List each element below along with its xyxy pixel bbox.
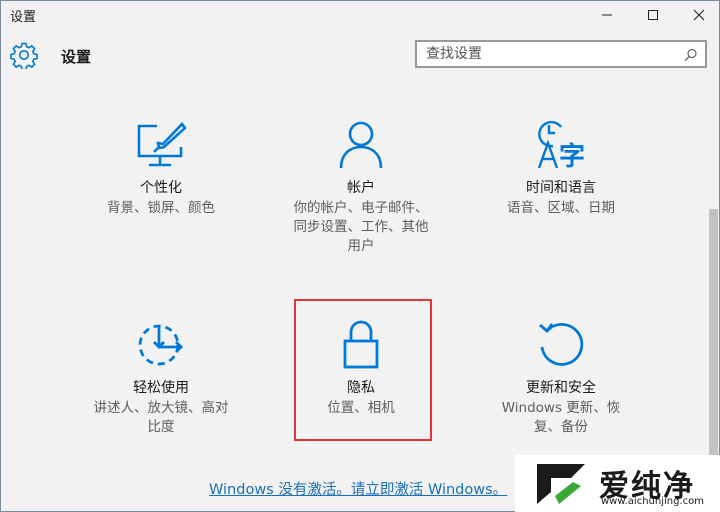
tile-title: 更新和安全: [526, 380, 596, 396]
time-language-icon: 字: [537, 120, 585, 171]
settings-header: 设置: [1, 31, 719, 81]
tile-title: 轻松使用: [133, 380, 189, 396]
tile-personalization[interactable]: 个性化 背景、锁屏、颜色: [73, 119, 249, 218]
accounts-icon: [339, 121, 383, 169]
desc-line: 背景、锁屏、颜色: [107, 200, 215, 216]
desc-line: 复、备份: [534, 419, 588, 435]
search-box[interactable]: [415, 40, 707, 68]
tile-desc: 你的帐户、电子邮件、 同步设置、工作、其他 用户: [273, 199, 449, 256]
page-title: 设置: [61, 48, 92, 66]
desc-line: Windows 更新、恢: [501, 400, 621, 416]
update-icon: [539, 323, 584, 366]
tile-desc: 语音、区域、日期: [473, 199, 649, 218]
close-icon: [693, 9, 705, 21]
activate-windows-link[interactable]: Windows 没有激活。请立即激活 Windows。: [209, 478, 507, 499]
tile-ease-of-access[interactable]: 轻松使用 讲述人、放大镜、高对 比度: [73, 319, 249, 437]
search-input[interactable]: [417, 42, 695, 66]
ease-of-access-icon: [138, 324, 183, 366]
highlight-box: [294, 299, 432, 441]
desc-line: 同步设置、工作、其他: [293, 219, 429, 235]
tile-title: 时间和语言: [526, 180, 596, 196]
title-bar[interactable]: 设置: [1, 1, 719, 29]
desc-line: 你的帐户、电子邮件、: [293, 200, 429, 216]
scroll-thumb[interactable]: [709, 209, 718, 485]
maximize-button[interactable]: [630, 1, 676, 29]
close-button[interactable]: [676, 1, 719, 29]
tile-desc: 讲述人、放大镜、高对 比度: [73, 399, 249, 437]
svg-text:字: 字: [559, 141, 585, 171]
desc-line: 比度: [147, 419, 175, 435]
brand-url: www.aichunjing.com: [601, 496, 704, 507]
window-title: 设置: [10, 10, 37, 25]
tile-title: 帐户: [347, 180, 375, 196]
minimize-icon: [602, 14, 612, 16]
gear-icon: [10, 41, 38, 73]
tile-desc: Windows 更新、恢 复、备份: [473, 399, 649, 437]
settings-window: 设置 设置 查找设置 个性化 背景、锁屏、颜色 帐户 你的帐户、电子邮件、 同步…: [0, 0, 720, 512]
maximize-icon: [648, 10, 658, 20]
brand-logo-icon: [537, 464, 585, 504]
desc-line: 讲述人、放大镜、高对: [93, 400, 229, 416]
desc-line: 用户: [347, 238, 375, 254]
watermark: 爱纯净 www.aichunjing.com: [515, 455, 720, 512]
scrollbar[interactable]: [708, 83, 719, 511]
tile-title: 个性化: [140, 180, 182, 196]
minimize-button[interactable]: [584, 1, 630, 29]
search-icon[interactable]: [684, 47, 698, 66]
tile-desc: 背景、锁屏、颜色: [73, 199, 249, 218]
tile-update-security[interactable]: 更新和安全 Windows 更新、恢 复、备份: [473, 319, 649, 437]
personalization-icon: [137, 121, 187, 167]
desc-line: 语音、区域、日期: [507, 200, 615, 216]
tile-time-language[interactable]: 字 时间和语言 语音、区域、日期: [473, 119, 649, 218]
tile-accounts[interactable]: 帐户 你的帐户、电子邮件、 同步设置、工作、其他 用户: [273, 119, 449, 256]
